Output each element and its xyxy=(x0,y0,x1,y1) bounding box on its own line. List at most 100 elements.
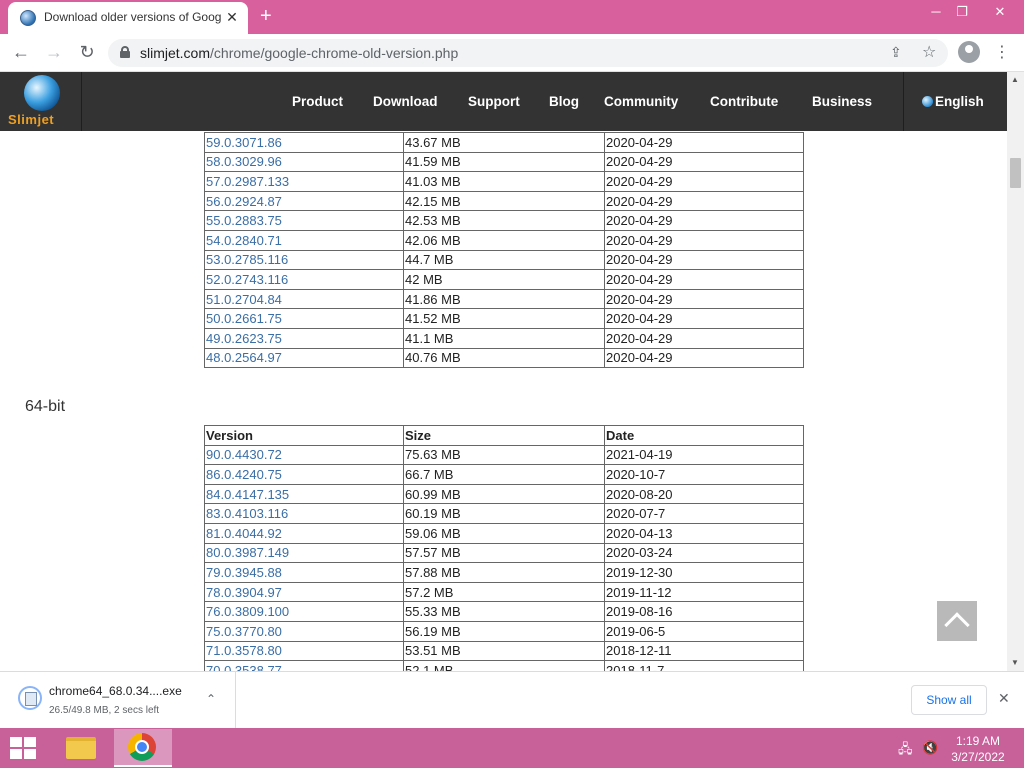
table-header-row: Version Size Date xyxy=(204,425,804,446)
table-row: 55.0.2883.75 42.53 MB 2020-04-29 xyxy=(204,210,804,231)
version-link[interactable]: 70.0.3538.77 xyxy=(204,660,404,671)
version-link[interactable]: 59.0.3071.86 xyxy=(204,132,404,153)
show-all-button[interactable]: Show all xyxy=(911,685,987,715)
version-link[interactable]: 79.0.3945.88 xyxy=(204,562,404,583)
table-row: 70.0.3538.77 52.1 MB 2018-11-7 xyxy=(204,660,804,671)
version-link[interactable]: 58.0.3029.96 xyxy=(204,151,404,173)
version-link[interactable]: 51.0.2704.84 xyxy=(204,288,404,310)
taskbar-clock[interactable]: 1:19 AM 3/27/2022 xyxy=(948,733,1008,765)
version-link[interactable]: 86.0.4240.75 xyxy=(204,464,404,485)
nav-support[interactable]: Support xyxy=(468,94,520,109)
size-cell: 56.19 MB xyxy=(403,620,605,642)
date-cell: 2018-11-7 xyxy=(604,660,804,671)
restore-icon[interactable]: ❐ xyxy=(952,4,972,20)
version-link[interactable]: 55.0.2883.75 xyxy=(204,210,404,231)
size-cell: 41.1 MB xyxy=(403,327,605,349)
page-scrollbar[interactable]: ▲ ▼ xyxy=(1007,72,1024,671)
language-selector[interactable]: English xyxy=(903,72,1007,131)
url-text[interactable]: slimjet.com/chrome/google-chrome-old-ver… xyxy=(140,45,458,61)
table-row: 53.0.2785.116 44.7 MB 2020-04-29 xyxy=(204,249,804,271)
slimjet-logo[interactable]: Slimjet xyxy=(0,72,82,131)
version-link[interactable]: 75.0.3770.80 xyxy=(204,620,404,642)
page-content: 59.0.3071.86 43.67 MB 2020-04-29 58.0.3029.… xyxy=(0,131,1007,671)
size-cell: 66.7 MB xyxy=(403,464,605,485)
size-cell: 52.1 MB xyxy=(403,660,605,671)
version-link[interactable]: 76.0.3809.100 xyxy=(204,601,404,622)
nav-community[interactable]: Community xyxy=(604,94,678,109)
nav-contribute[interactable]: Contribute xyxy=(710,94,778,109)
chrome-taskbar-icon[interactable] xyxy=(114,729,172,767)
version-link[interactable]: 78.0.3904.97 xyxy=(204,581,404,603)
menu-kebab-icon[interactable]: ⋮ xyxy=(994,42,1010,62)
date-cell: 2020-04-29 xyxy=(604,308,804,329)
address-bar[interactable]: slimjet.com/chrome/google-chrome-old-ver… xyxy=(108,39,948,67)
version-link[interactable]: 54.0.2840.71 xyxy=(204,229,404,251)
minimize-icon[interactable]: ─ xyxy=(926,4,946,19)
version-link[interactable]: 84.0.4147.135 xyxy=(204,483,404,505)
version-link[interactable]: 48.0.2564.97 xyxy=(204,347,404,369)
table-row: 58.0.3029.96 41.59 MB 2020-04-29 xyxy=(204,151,804,173)
date-cell: 2019-06-5 xyxy=(604,620,804,642)
network-icon[interactable]: 🖧 xyxy=(898,740,913,762)
browser-toolbar: ← → ↻ slimjet.com/chrome/google-chrome-o… xyxy=(0,34,1024,72)
window-close-icon[interactable]: ✕ xyxy=(990,4,1010,20)
bookmark-star-icon[interactable]: ☆ xyxy=(922,42,936,62)
slimjet-favicon-icon xyxy=(20,10,36,26)
size-cell: 41.59 MB xyxy=(403,151,605,173)
scroll-up-arrow-icon[interactable]: ▲ xyxy=(1011,75,1019,84)
windows-start-icon[interactable] xyxy=(10,737,38,761)
download-item[interactable]: chrome64_68.0.34....exe 26.5/49.8 MB, 2 … xyxy=(0,672,236,728)
version-link[interactable]: 57.0.2987.133 xyxy=(204,171,404,192)
version-link[interactable]: 53.0.2785.116 xyxy=(204,249,404,271)
table-row: 86.0.4240.75 66.7 MB 2020-10-7 xyxy=(204,464,804,485)
profile-avatar-icon[interactable] xyxy=(958,41,980,63)
date-cell: 2020-04-29 xyxy=(604,132,804,153)
version-link[interactable]: 81.0.4044.92 xyxy=(204,522,404,544)
new-tab-button[interactable]: + xyxy=(260,6,272,26)
file-explorer-icon[interactable] xyxy=(62,730,100,766)
version-link[interactable]: 50.0.2661.75 xyxy=(204,308,404,329)
date-cell: 2020-08-20 xyxy=(604,483,804,505)
table-row: 80.0.3987.149 57.57 MB 2020-03-24 xyxy=(204,542,804,564)
scrollbar-thumb[interactable] xyxy=(1010,158,1021,188)
nav-blog[interactable]: Blog xyxy=(549,94,579,109)
clock-time: 1:19 AM xyxy=(955,734,1001,748)
nav-download[interactable]: Download xyxy=(373,94,438,109)
back-arrow-icon[interactable]: ← xyxy=(10,42,32,63)
version-link[interactable]: 90.0.4430.72 xyxy=(204,444,404,466)
version-link[interactable]: 56.0.2924.87 xyxy=(204,190,404,212)
size-cell: 75.63 MB xyxy=(403,444,605,466)
size-cell: 57.88 MB xyxy=(403,562,605,583)
date-cell: 2019-08-16 xyxy=(604,601,804,622)
clock-date: 3/27/2022 xyxy=(951,750,1005,764)
table-row: 50.0.2661.75 41.52 MB 2020-04-29 xyxy=(204,308,804,329)
reload-icon[interactable]: ↻ xyxy=(76,42,98,63)
table-row: 71.0.3578.80 53.51 MB 2018-12-11 xyxy=(204,640,804,662)
version-link[interactable]: 52.0.2743.116 xyxy=(204,269,404,290)
table-row: 90.0.4430.72 75.63 MB 2021-04-19 xyxy=(204,444,804,466)
version-link[interactable]: 71.0.3578.80 xyxy=(204,640,404,662)
nav-business[interactable]: Business xyxy=(812,94,872,109)
table-row: 49.0.2623.75 41.1 MB 2020-04-29 xyxy=(204,327,804,349)
nav-product[interactable]: Product xyxy=(292,94,343,109)
tab-close-icon[interactable]: ✕ xyxy=(224,9,240,26)
chevron-up-icon[interactable]: ⌃ xyxy=(206,692,216,706)
forward-arrow-icon[interactable]: → xyxy=(43,42,65,63)
close-shelf-icon[interactable]: ✕ xyxy=(998,690,1010,707)
volume-muted-icon[interactable]: 🔇 xyxy=(922,740,938,756)
version-link[interactable]: 83.0.4103.116 xyxy=(204,503,404,524)
version-link[interactable]: 49.0.2623.75 xyxy=(204,327,404,349)
table-row: 52.0.2743.116 42 MB 2020-04-29 xyxy=(204,269,804,290)
table-row: 57.0.2987.133 41.03 MB 2020-04-29 xyxy=(204,171,804,192)
date-cell: 2019-12-30 xyxy=(604,562,804,583)
table-row: 75.0.3770.80 56.19 MB 2019-06-5 xyxy=(204,620,804,642)
scroll-down-arrow-icon[interactable]: ▼ xyxy=(1011,658,1019,667)
browser-tab[interactable]: Download older versions of Goog ✕ xyxy=(8,2,248,34)
lock-icon[interactable] xyxy=(120,46,130,58)
share-icon[interactable]: ⇪ xyxy=(890,44,902,61)
download-filename: chrome64_68.0.34....exe xyxy=(49,684,182,698)
back-to-top-button[interactable] xyxy=(937,601,977,641)
date-cell: 2021-04-19 xyxy=(604,444,804,466)
table-row: 79.0.3945.88 57.88 MB 2019-12-30 xyxy=(204,562,804,583)
version-link[interactable]: 80.0.3987.149 xyxy=(204,542,404,564)
